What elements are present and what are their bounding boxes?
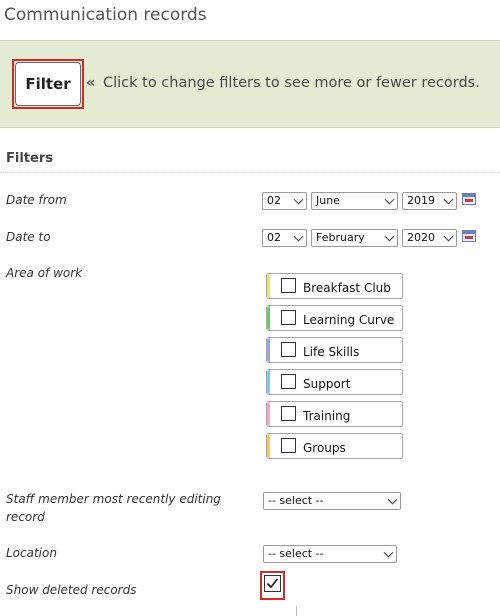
date-to-month-select[interactable]: February <box>311 229 398 247</box>
date-from-month-select[interactable]: June <box>311 192 398 210</box>
area-of-work-item-life-skills[interactable]: Life Skills <box>266 337 403 363</box>
location-select-value: -- select -- <box>268 547 324 560</box>
chevron-down-icon <box>443 194 454 205</box>
area-of-work-item-label: Training <box>303 409 351 423</box>
staff-member-select-value: -- select -- <box>268 494 324 507</box>
show-deleted-checkbox[interactable] <box>264 575 281 592</box>
date-from-year-select[interactable]: 2019 <box>402 192 457 210</box>
date-to-year-value: 2020 <box>407 231 435 244</box>
date-from-label: Date from <box>6 193 67 207</box>
staff-member-label: Staff member most recently editing recor… <box>6 492 221 524</box>
chevron-down-icon <box>293 194 304 205</box>
color-bar <box>267 370 270 394</box>
date-from-day-select[interactable]: 02 <box>262 192 307 210</box>
color-bar <box>267 338 270 362</box>
date-to-month-value: February <box>316 231 365 244</box>
area-of-work-item-training[interactable]: Training <box>266 401 403 427</box>
color-bar <box>267 306 270 330</box>
chevron-down-icon <box>384 231 395 242</box>
date-to-label: Date to <box>6 230 51 244</box>
filter-hint: « Click to change filters to see more or… <box>86 75 480 91</box>
chevron-down-icon <box>443 231 454 242</box>
staff-member-select[interactable]: -- select -- <box>263 492 401 510</box>
date-from-month-value: June <box>316 194 340 207</box>
location-label: Location <box>6 546 57 560</box>
area-of-work-item-breakfast-club[interactable]: Breakfast Club <box>266 273 403 299</box>
date-from-year-value: 2019 <box>407 194 435 207</box>
area-of-work-item-groups[interactable]: Groups <box>266 433 403 459</box>
chevron-down-icon <box>293 231 304 242</box>
filters-divider <box>0 172 500 173</box>
checkbox[interactable] <box>281 406 296 421</box>
checkbox[interactable] <box>281 342 296 357</box>
page-title: Communication records <box>4 5 207 25</box>
date-to-day-select[interactable]: 02 <box>262 229 307 247</box>
checkbox[interactable] <box>281 438 296 453</box>
chevron-down-icon <box>384 194 395 205</box>
filters-heading: Filters <box>6 151 53 166</box>
chevron-down-icon <box>387 494 398 505</box>
color-bar <box>267 402 270 426</box>
area-of-work-item-label: Life Skills <box>303 345 360 359</box>
color-bar <box>267 274 270 298</box>
date-to-day-value: 02 <box>267 231 281 244</box>
checkbox[interactable] <box>281 374 296 389</box>
area-of-work-item-label: Breakfast Club <box>303 281 391 295</box>
color-bar <box>267 434 270 458</box>
area-of-work-item-label: Support <box>303 377 351 391</box>
filter-button[interactable]: Filter <box>15 62 81 106</box>
calendar-icon[interactable] <box>462 193 476 205</box>
show-deleted-label: Show deleted records <box>6 583 137 597</box>
date-from-day-value: 02 <box>267 194 281 207</box>
area-of-work-item-learning-curve[interactable]: Learning Curve <box>266 305 403 331</box>
filter-hint-text: Click to change filters to see more or f… <box>102 75 480 91</box>
location-select[interactable]: -- select -- <box>263 545 397 563</box>
area-of-work-label: Area of work <box>6 266 83 280</box>
area-of-work-item-label: Groups <box>303 441 346 455</box>
checkbox[interactable] <box>281 278 296 293</box>
area-of-work-item-support[interactable]: Support <box>266 369 403 395</box>
divider <box>296 606 297 616</box>
date-to-year-select[interactable]: 2020 <box>402 229 457 247</box>
chevron-down-icon <box>383 547 394 558</box>
area-of-work-item-label: Learning Curve <box>303 313 395 327</box>
checkmark-icon <box>266 578 279 589</box>
calendar-icon[interactable] <box>462 230 476 242</box>
checkbox[interactable] <box>281 310 296 325</box>
double-chevron-left-icon: « <box>86 75 96 91</box>
